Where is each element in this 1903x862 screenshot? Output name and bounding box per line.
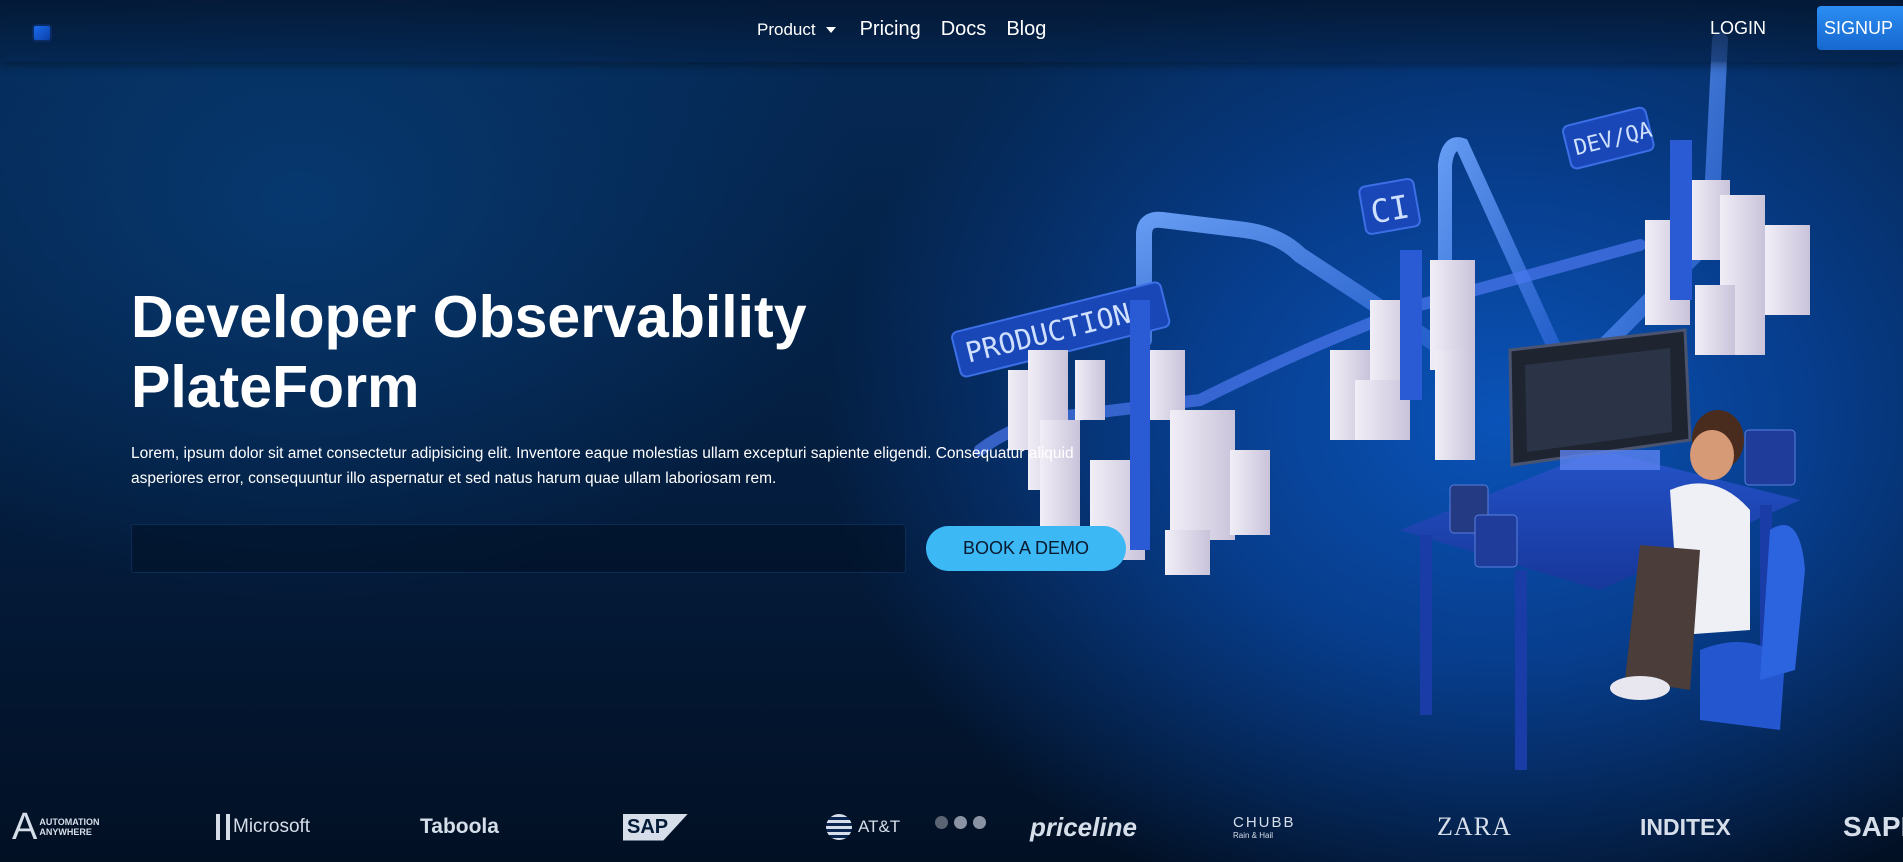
automation-anywhere-mark-icon: A: [12, 806, 38, 848]
att-logo: AT&T: [826, 808, 900, 846]
ci-label: CI: [1368, 187, 1413, 231]
carousel-dot-3[interactable]: [973, 816, 986, 829]
att-globe-icon: [826, 814, 852, 840]
client-name-chubb: CHUBB: [1233, 814, 1296, 831]
client-name-inditex: INDITEX: [1640, 813, 1731, 840]
nav-link-pricing[interactable]: Pricing: [860, 18, 921, 41]
nav-product-label: Product: [757, 19, 816, 39]
client-name-priceline: priceline: [1030, 811, 1137, 842]
nav-link-blog[interactable]: Blog: [1006, 18, 1046, 41]
brand-logo-icon[interactable]: [34, 26, 50, 40]
hero-title-line1: Developer Observability: [131, 284, 807, 350]
priceline-logo: priceline: [1030, 808, 1137, 846]
hero-title-line2: PlateForm: [131, 354, 420, 420]
zara-logo: ZARA: [1437, 808, 1512, 846]
demo-email-input[interactable]: [131, 524, 906, 573]
carousel-dot-1[interactable]: [935, 816, 948, 829]
chevron-down-icon: [825, 26, 836, 33]
observability-illustration: PRODUCTION CI DEV/QA: [951, 32, 1810, 770]
sap-logo: SAP: [623, 808, 689, 846]
client-name-zara: ZARA: [1437, 812, 1512, 841]
sapiens-logo: SAPIENS: [1843, 808, 1903, 846]
nav-link-docs[interactable]: Docs: [941, 18, 987, 41]
microsoft-logo: Microsoft: [216, 808, 310, 846]
nav-product-dropdown[interactable]: Product: [757, 20, 836, 40]
chubb-logo: CHUBB Rain & Hail: [1233, 808, 1296, 846]
client-logo-strip: A AUTOMATION ANYWHERE Microsoft Taboola …: [0, 790, 1903, 862]
ci-sign: CI: [1358, 177, 1421, 235]
taboola-logo: Taboola: [420, 808, 499, 846]
client-name-att: AT&T: [858, 817, 901, 836]
hero-description: Lorem, ipsum dolor sit amet consectetur …: [131, 445, 1074, 487]
hero-title: Developer Observability PlateForm: [131, 282, 891, 422]
signup-button[interactable]: SIGNUP: [1817, 6, 1903, 50]
devqa-buildings: [1645, 140, 1810, 355]
login-button[interactable]: LOGIN: [1710, 18, 1766, 39]
nav-links: Product Pricing Docs Blog: [757, 18, 1066, 41]
client-subname-chubb: Rain & Hail: [1233, 831, 1274, 840]
automation-anywhere-logo: A AUTOMATION ANYWHERE: [12, 806, 100, 848]
client-name-sapiens: SAPIENS: [1843, 811, 1903, 842]
client-name-microsoft: Microsoft: [233, 816, 311, 837]
client-name-automation-anywhere: AUTOMATION ANYWHERE: [39, 817, 100, 837]
carousel-dots: [935, 816, 986, 829]
devqa-sign: DEV/QA: [1562, 106, 1655, 170]
client-name-sap: SAP: [623, 813, 689, 841]
inditex-logo: INDITEX: [1640, 808, 1731, 846]
book-demo-button[interactable]: BOOK A DEMO: [926, 526, 1126, 571]
top-navbar: Product Pricing Docs Blog LOGIN SIGNUP: [0, 0, 1903, 62]
microsoft-windows-icon: [216, 814, 230, 840]
client-name-taboola: Taboola: [420, 815, 499, 838]
carousel-dot-2[interactable]: [954, 816, 967, 829]
